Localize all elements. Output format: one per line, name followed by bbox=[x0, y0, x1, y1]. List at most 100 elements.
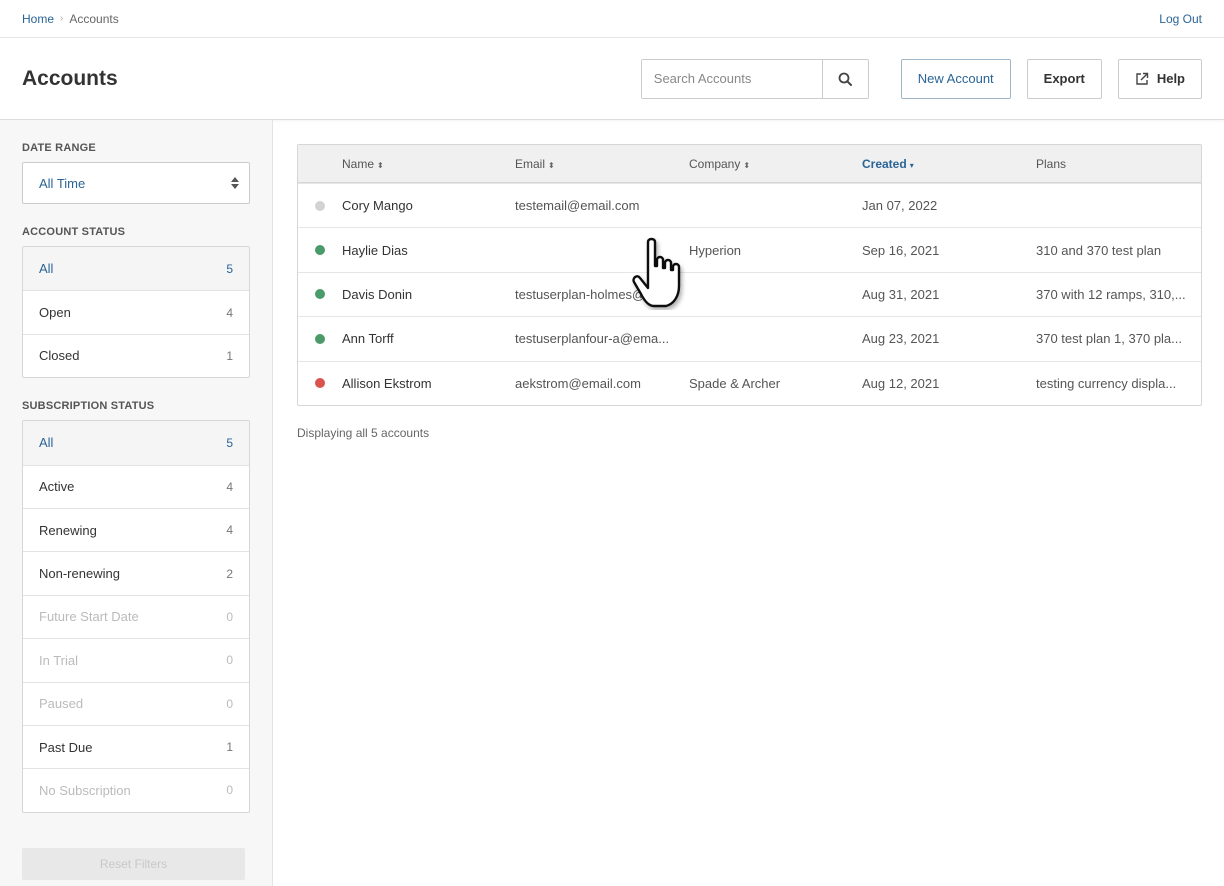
column-header-created[interactable]: Created ▾ bbox=[862, 157, 1036, 171]
column-header-company[interactable]: Company ⬍ bbox=[689, 157, 862, 171]
account-email: testuserplan-holmes@ bbox=[515, 286, 646, 302]
account-email: aekstrom@email.com bbox=[515, 375, 641, 391]
breadcrumb-separator-icon: › bbox=[60, 13, 64, 24]
filter-label: Paused bbox=[39, 696, 84, 712]
date-range-value: All Time bbox=[39, 175, 86, 191]
help-button[interactable]: Help bbox=[1117, 58, 1202, 99]
filter-count: 4 bbox=[226, 479, 233, 494]
account-created: Jan 07, 2022 bbox=[862, 198, 938, 214]
breadcrumb-home-link[interactable]: Home bbox=[22, 12, 54, 26]
status-dot-icon bbox=[315, 378, 325, 389]
filter-label: Past Due bbox=[39, 739, 93, 755]
filter-label: No Subscription bbox=[39, 782, 131, 798]
filter-count: 0 bbox=[226, 653, 233, 668]
subscription-status-no-subscription: No Subscription 0 bbox=[23, 768, 249, 811]
reset-filters-button[interactable]: Reset Filters bbox=[22, 848, 245, 880]
status-dot-icon bbox=[315, 245, 325, 256]
new-account-button[interactable]: New Account bbox=[900, 58, 1011, 99]
column-header-name[interactable]: Name ⬍ bbox=[342, 157, 515, 171]
subscription-status-in-trial: In Trial 0 bbox=[23, 638, 249, 681]
table-row[interactable]: Ann Torff testuserplanfour-a@ema... Aug … bbox=[298, 316, 1201, 360]
filters-sidebar: DATE RANGE All Time ACCOUNT STATUS All 5… bbox=[0, 120, 273, 886]
filter-count: 1 bbox=[226, 740, 233, 755]
table-row[interactable]: Davis Donin testuserplan-holmes@ Aug 31,… bbox=[298, 271, 1201, 316]
account-status-list: All 5 Open 4 Closed 1 bbox=[22, 246, 250, 379]
main-content: Name ⬍ Email ⬍ Company ⬍ Created ▾ Plans Cor… bbox=[273, 120, 1224, 886]
date-range-select[interactable]: All Time bbox=[22, 162, 250, 204]
subscription-status-renewing[interactable]: Renewing 4 bbox=[23, 507, 249, 551]
account-status-open[interactable]: Open 4 bbox=[23, 290, 249, 333]
filter-label: Open bbox=[39, 305, 71, 321]
filter-count: 0 bbox=[226, 696, 233, 711]
search-input[interactable] bbox=[641, 59, 822, 98]
accounts-table: Name ⬍ Email ⬍ Company ⬍ Created ▾ Plans Cor… bbox=[297, 144, 1202, 406]
page-title: Accounts bbox=[22, 66, 118, 90]
filter-label: Closed bbox=[39, 348, 80, 364]
filter-label: All bbox=[39, 435, 54, 451]
help-button-label: Help bbox=[1156, 71, 1185, 86]
account-plans: 370 with 12 ramps, 310,... bbox=[1036, 286, 1186, 302]
search-button[interactable] bbox=[821, 59, 868, 98]
page-header: Accounts New Account Export Help bbox=[0, 38, 1224, 120]
filter-label: Non-renewing bbox=[39, 566, 120, 582]
account-status-closed[interactable]: Closed 1 bbox=[23, 333, 249, 377]
search-box bbox=[640, 58, 869, 99]
account-name: Haylie Dias bbox=[342, 242, 408, 258]
sort-icon: ⬍ bbox=[743, 160, 751, 170]
table-header: Name ⬍ Email ⬍ Company ⬍ Created ▾ Plans bbox=[298, 145, 1201, 183]
filter-count: 1 bbox=[226, 348, 233, 363]
filter-count: 0 bbox=[226, 783, 233, 798]
account-name: Ann Torff bbox=[342, 331, 394, 347]
filter-label: Active bbox=[39, 479, 75, 495]
table-row[interactable]: Cory Mango testemail@email.com Jan 07, 2… bbox=[298, 183, 1201, 227]
account-created: Sep 16, 2021 bbox=[862, 242, 940, 258]
account-plans: testing currency displa... bbox=[1036, 375, 1177, 391]
status-dot-icon bbox=[315, 289, 325, 300]
sort-icon: ⬍ bbox=[548, 160, 555, 170]
filter-count: 2 bbox=[226, 566, 233, 581]
breadcrumb-current: Accounts bbox=[69, 11, 119, 26]
account-status-all[interactable]: All 5 bbox=[23, 247, 249, 291]
filter-label: In Trial bbox=[39, 652, 79, 668]
status-dot-icon bbox=[315, 200, 325, 211]
account-created: Aug 23, 2021 bbox=[862, 331, 940, 347]
account-name: Allison Ekstrom bbox=[342, 375, 432, 391]
account-status-title: ACCOUNT STATUS bbox=[22, 226, 126, 238]
filter-count: 4 bbox=[226, 305, 233, 320]
filter-label: Future Start Date bbox=[39, 609, 139, 625]
external-link-icon bbox=[1135, 72, 1149, 86]
sort-desc-icon: ▾ bbox=[909, 160, 914, 170]
status-dot-icon bbox=[315, 333, 325, 344]
account-name: Davis Donin bbox=[342, 286, 413, 302]
subscription-status-non-renewing[interactable]: Non-renewing 2 bbox=[23, 551, 249, 594]
sort-icon: ⬍ bbox=[377, 160, 384, 170]
subscription-status-all[interactable]: All 5 bbox=[23, 421, 249, 465]
search-icon bbox=[838, 72, 853, 86]
subscription-status-active[interactable]: Active 4 bbox=[23, 464, 249, 508]
column-header-plans: Plans bbox=[1036, 156, 1067, 171]
account-name: Cory Mango bbox=[342, 198, 413, 214]
account-email: testemail@email.com bbox=[515, 198, 640, 214]
breadcrumb: Home › Accounts bbox=[22, 12, 119, 26]
header-actions: New Account Export Help bbox=[640, 58, 1202, 99]
account-email: testuserplanfour-a@ema... bbox=[515, 331, 670, 347]
export-button[interactable]: Export bbox=[1026, 58, 1102, 99]
date-range-title: DATE RANGE bbox=[22, 142, 96, 154]
account-company: Hyperion bbox=[689, 242, 742, 258]
subscription-status-past-due[interactable]: Past Due 1 bbox=[23, 724, 249, 768]
account-plans: 370 test plan 1, 370 pla... bbox=[1036, 331, 1182, 347]
table-row[interactable]: Allison Ekstrom aekstrom@email.com Spade… bbox=[298, 360, 1201, 405]
account-plans: 310 and 370 test plan bbox=[1036, 242, 1162, 258]
column-header-email[interactable]: Email ⬍ bbox=[515, 157, 689, 171]
filter-count: 4 bbox=[226, 523, 233, 538]
table-row[interactable]: Haylie Dias Hyperion Sep 16, 2021 310 an… bbox=[298, 227, 1201, 271]
account-created: Aug 12, 2021 bbox=[862, 375, 940, 391]
subscription-status-future-start: Future Start Date 0 bbox=[23, 594, 249, 638]
filter-count: 0 bbox=[226, 609, 233, 624]
subscription-status-list: All 5 Active 4 Renewing 4 Non-renewing 2… bbox=[22, 420, 250, 813]
filter-label: Renewing bbox=[39, 522, 97, 538]
subscription-status-paused: Paused 0 bbox=[23, 681, 249, 725]
results-count: Displaying all 5 accounts bbox=[297, 425, 430, 440]
account-created: Aug 31, 2021 bbox=[862, 286, 940, 302]
logout-link[interactable]: Log Out bbox=[1159, 12, 1202, 26]
